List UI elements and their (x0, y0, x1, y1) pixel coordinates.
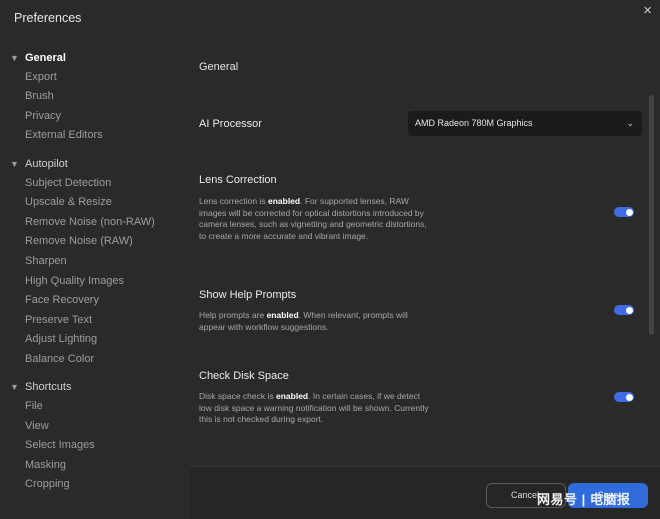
sidebar-item-remove-noise-non-raw[interactable]: Remove Noise (non-RAW) (0, 213, 190, 233)
disk-space-toggle[interactable] (614, 392, 634, 402)
help-prompts-label: Show Help Prompts (199, 289, 297, 301)
sidebar-item-upscale-resize[interactable]: Upscale & Resize (0, 193, 190, 213)
sidebar-item-brush[interactable]: Brush (0, 87, 190, 107)
sidebar: ▼ General Export Brush Privacy External … (0, 48, 190, 495)
sidebar-section-general[interactable]: ▼ General (0, 48, 190, 68)
sidebar-item-cropping[interactable]: Cropping (0, 475, 190, 495)
sidebar-section-label: Shortcuts (25, 381, 72, 394)
help-prompts-toggle[interactable] (614, 305, 634, 315)
sidebar-item-preserve-text[interactable]: Preserve Text (0, 311, 190, 331)
settings-panel: General AI Processor AMD Radeon 780M Gra… (199, 0, 646, 519)
scrollbar[interactable] (649, 95, 654, 335)
sidebar-section-shortcuts[interactable]: ▼ Shortcuts (0, 378, 190, 398)
sidebar-section-autopilot[interactable]: ▼ Autopilot (0, 154, 190, 174)
sidebar-item-export[interactable]: Export (0, 68, 190, 88)
sidebar-item-external-editors[interactable]: External Editors (0, 126, 190, 146)
disk-space-label: Check Disk Space (199, 370, 289, 382)
sidebar-item-balance-color[interactable]: Balance Color (0, 350, 190, 370)
sidebar-item-subject-detection[interactable]: Subject Detection (0, 174, 190, 194)
ai-processor-value: AMD Radeon 780M Graphics (415, 118, 533, 128)
window-title: Preferences (14, 11, 82, 25)
lens-correction-description: Lens correction is enabled. For supporte… (199, 196, 427, 241)
disk-space-description: Disk space check is enabled. In certain … (199, 391, 429, 424)
sidebar-item-file[interactable]: File (0, 397, 190, 417)
chevron-down-icon: ▼ (10, 158, 19, 169)
help-prompts-description: Help prompts are enabled. When relevant,… (199, 310, 408, 332)
sidebar-item-face-recovery[interactable]: Face Recovery (0, 291, 190, 311)
sidebar-item-remove-noise-raw[interactable]: Remove Noise (RAW) (0, 232, 190, 252)
ai-processor-label: AI Processor (199, 118, 262, 130)
ai-processor-select[interactable]: AMD Radeon 780M Graphics ⌄ (408, 111, 642, 136)
sidebar-item-adjust-lighting[interactable]: Adjust Lighting (0, 330, 190, 350)
lens-correction-label: Lens Correction (199, 174, 277, 186)
chevron-down-icon: ▼ (10, 382, 19, 393)
chevron-down-icon: ⌄ (626, 118, 634, 128)
sidebar-item-high-quality-images[interactable]: High Quality Images (0, 272, 190, 292)
sidebar-item-privacy[interactable]: Privacy (0, 107, 190, 127)
sidebar-section-label: Autopilot (25, 157, 68, 170)
chevron-down-icon: ▼ (10, 52, 19, 63)
page-title: General (199, 61, 239, 73)
sidebar-item-view[interactable]: View (0, 417, 190, 437)
sidebar-item-select-images[interactable]: Select Images (0, 436, 190, 456)
lens-correction-toggle[interactable] (614, 207, 634, 217)
sidebar-item-masking[interactable]: Masking (0, 456, 190, 476)
sidebar-section-label: General (25, 51, 66, 64)
watermark-logo: 网易号 | 电脑报 (537, 492, 631, 507)
sidebar-item-sharpen[interactable]: Sharpen (0, 252, 190, 272)
